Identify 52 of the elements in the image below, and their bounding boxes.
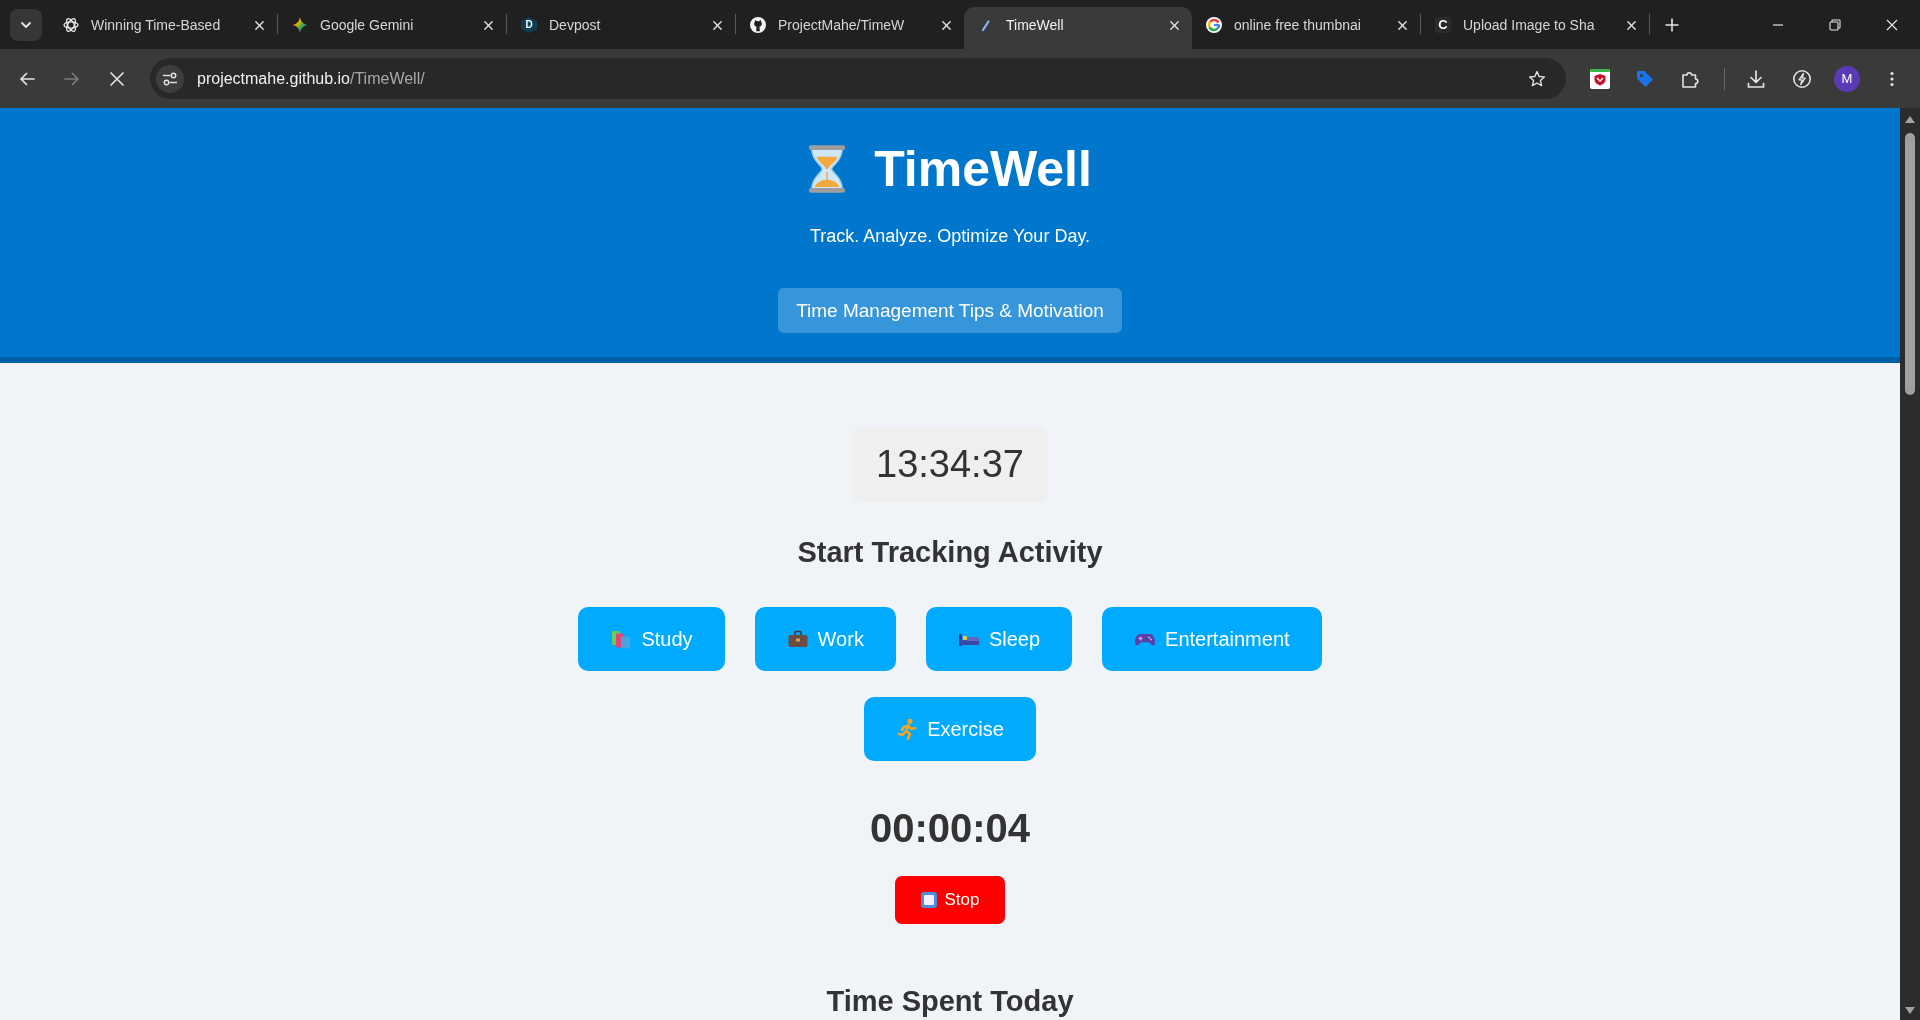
address-bar[interactable]: projectmahe.github.io/TimeWell/ <box>150 58 1566 99</box>
scrollbar-thumb[interactable] <box>1905 133 1915 395</box>
close-icon[interactable] <box>254 19 265 31</box>
multicolor-ring-icon <box>1206 17 1222 33</box>
plus-icon[interactable] <box>1665 18 1679 32</box>
scroll-up-arrow-icon[interactable] <box>1905 116 1915 123</box>
bolt-icon[interactable] <box>1792 68 1812 89</box>
shield-icon[interactable] <box>1590 68 1610 89</box>
tag-icon[interactable] <box>1635 68 1655 89</box>
browser-tab[interactable]: TimeWell <box>964 7 1192 49</box>
section-heading: Time Spent Today <box>826 984 1074 1018</box>
stop-square-icon <box>920 892 937 908</box>
cat-logo-icon <box>750 17 766 33</box>
download-icon[interactable] <box>1746 68 1766 89</box>
hourglass-icon <box>808 143 847 195</box>
briefcase-icon <box>786 628 809 650</box>
clock-display: 13:34:37 <box>852 427 1048 502</box>
url-text: projectmahe.github.io/TimeWell/ <box>197 69 425 88</box>
star-icon[interactable] <box>1528 69 1546 88</box>
browser-tab[interactable]: Winning Time-Based <box>49 7 277 49</box>
browser-tab[interactable]: C Upload Image to Sha <box>1421 7 1649 49</box>
scroll-down-arrow-icon[interactable] <box>1905 1007 1915 1014</box>
app-title: TimeWell <box>874 140 1092 199</box>
profile-avatar[interactable]: M <box>1834 65 1860 92</box>
square-logo: C <box>1435 17 1451 33</box>
close-icon[interactable] <box>941 19 952 31</box>
running-person-icon <box>896 718 919 740</box>
tagline: Track. Analyze. Optimize Your Day. <box>809 225 1091 248</box>
browser-tab[interactable]: Google Gemini <box>278 7 506 49</box>
close-icon[interactable] <box>1169 19 1180 31</box>
site-info-button[interactable] <box>156 64 184 93</box>
restore-icon[interactable] <box>1828 18 1841 31</box>
cross-icon[interactable] <box>109 70 125 87</box>
browser-tab[interactable]: D Devpost <box>507 7 735 49</box>
tab-search-button[interactable] <box>10 8 42 41</box>
close-icon[interactable] <box>483 19 494 31</box>
close-icon[interactable] <box>1885 18 1898 31</box>
close-icon[interactable] <box>1626 19 1637 31</box>
browser-tab[interactable]: ProjectMahe/TimeW <box>736 7 964 49</box>
close-icon[interactable] <box>1397 19 1408 31</box>
timer-display: 00:00:04 <box>869 805 1031 852</box>
section-heading: Start Tracking Activity <box>797 535 1103 570</box>
browser-tab[interactable]: online free thumbnai <box>1192 7 1420 49</box>
hexagon-logo: D <box>521 17 537 33</box>
books-icon <box>610 628 633 650</box>
sparkle-icon <box>292 17 308 33</box>
scrollbar[interactable] <box>1900 108 1920 1020</box>
sliders-icon <box>162 70 178 87</box>
close-icon[interactable] <box>712 19 723 31</box>
back-arrow-icon[interactable] <box>19 70 35 87</box>
stop-button[interactable]: Stop <box>894 876 1006 924</box>
knot-icon <box>63 17 79 33</box>
